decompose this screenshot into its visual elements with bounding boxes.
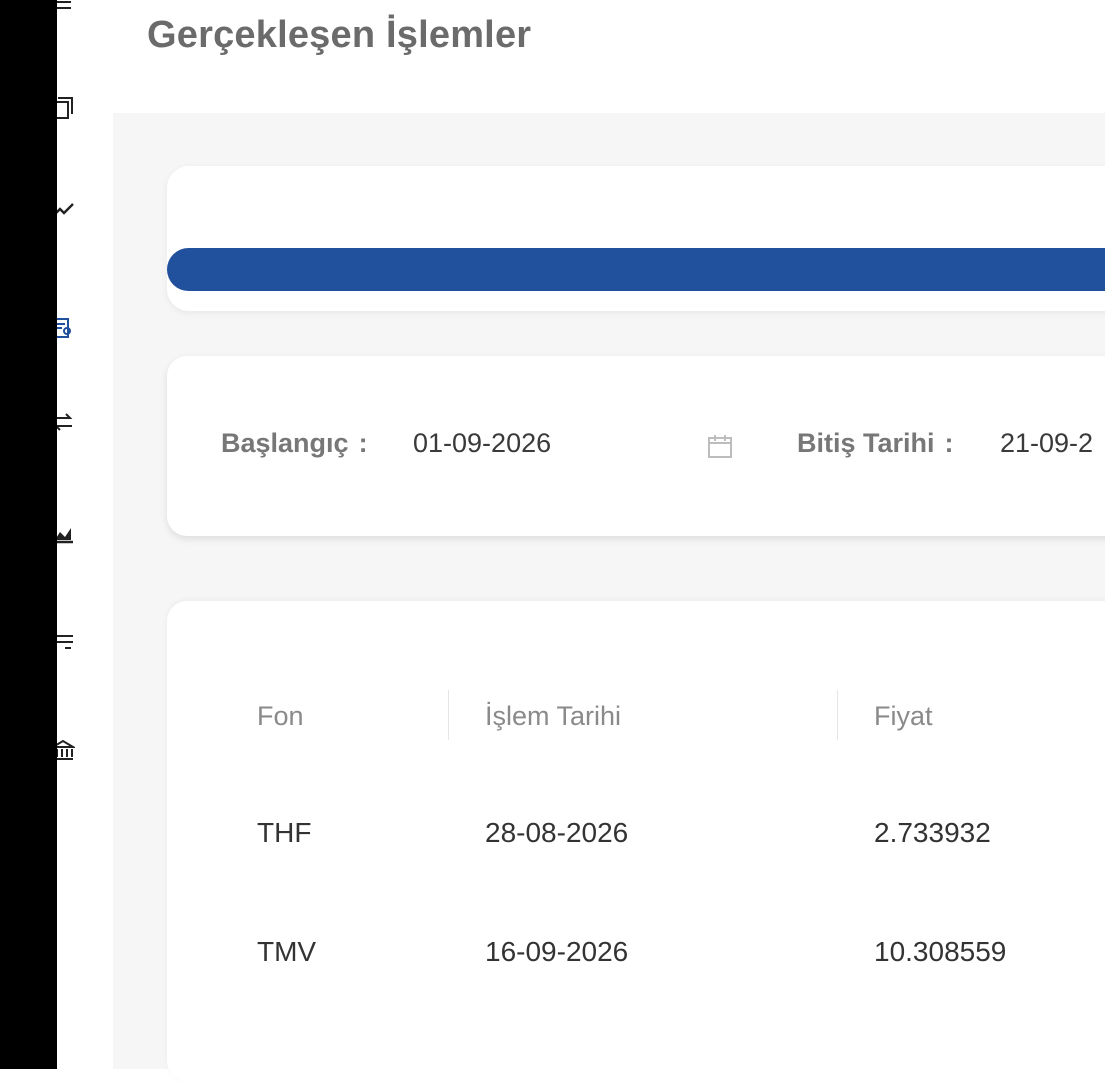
column-header-islem-tarihi[interactable]: İşlem Tarihi [485, 701, 621, 732]
cell-fiyat: 2.733932 [874, 817, 991, 848]
column-header-fiyat[interactable]: Fiyat [874, 701, 933, 732]
cell-fiyat: 10.308559 [874, 936, 1007, 967]
filter-icon[interactable] [57, 630, 75, 654]
progress-bar [167, 248, 1105, 291]
sidebar [57, 0, 113, 1069]
start-date-field[interactable]: 01-09-2026 [413, 428, 551, 459]
cell-islem-tarihi: 16-09-2026 [485, 936, 629, 967]
page-title: Gerçekleşen İşlemler [147, 14, 532, 56]
user-list-icon[interactable] [57, 316, 75, 340]
menu-icon[interactable] [57, 0, 75, 14]
column-header-fon[interactable]: Fon [257, 701, 304, 732]
column-divider [448, 690, 449, 740]
cell-fon: THF [257, 817, 312, 848]
left-edge-frame [0, 0, 57, 1069]
column-divider [837, 690, 838, 740]
chart-icon[interactable] [57, 522, 75, 546]
cell-islem-tarihi: 28-08-2026 [485, 817, 629, 848]
trend-icon[interactable] [57, 198, 75, 222]
copy-icon[interactable] [57, 96, 75, 120]
calendar-icon[interactable] [706, 432, 734, 460]
transfer-icon[interactable] [57, 410, 75, 434]
end-date-field[interactable]: 21-09-2 [1000, 428, 1093, 459]
cell-fon: TMV [257, 936, 317, 967]
start-date-label: Başlangıç: [221, 428, 368, 458]
end-date-label: Bitiş Tarihi: [797, 428, 954, 458]
bank-icon[interactable] [57, 738, 75, 762]
